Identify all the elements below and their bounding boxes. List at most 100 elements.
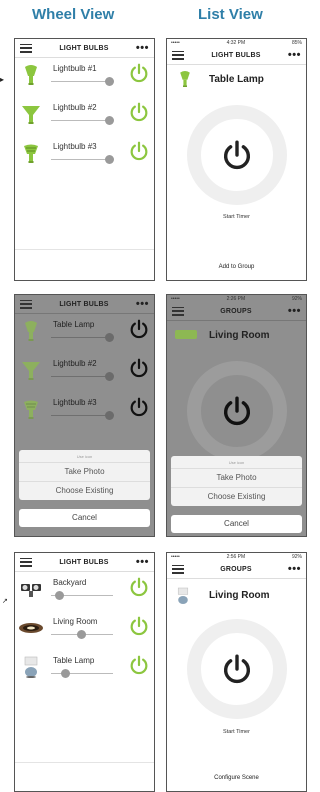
more-options-icon[interactable]: ••• <box>136 299 149 310</box>
lightbulb-icon <box>21 64 41 86</box>
nav-bar: LIGHT BULBS ••• <box>15 553 154 572</box>
table-lamp-icon <box>177 587 189 604</box>
take-photo-button[interactable]: Take Photo <box>19 462 150 481</box>
battery-level: 85% <box>291 40 302 46</box>
power-icon[interactable] <box>128 140 150 162</box>
divider <box>15 762 154 763</box>
bulb-label: Lightbulb #3 <box>53 398 97 407</box>
brightness-slider[interactable] <box>51 591 113 600</box>
sheet-title: Use icon <box>76 454 93 459</box>
brightness-slider[interactable] <box>51 116 114 125</box>
nav-title: LIGHT BULBS <box>59 44 109 52</box>
group-icon-sheet-screen: ••••• 2:26 PM 92% GROUPS ••• Living Room… <box>166 294 307 537</box>
power-icon[interactable] <box>128 318 150 340</box>
power-icon[interactable] <box>220 394 254 428</box>
menu-icon[interactable] <box>20 557 32 567</box>
brightness-slider[interactable] <box>51 77 114 86</box>
status-bar: ••••• 2:56 PM 92% <box>167 553 306 560</box>
menu-icon[interactable] <box>172 50 184 60</box>
power-icon[interactable] <box>128 396 150 418</box>
slider-knob[interactable] <box>105 372 114 381</box>
nav-title: LIGHT BULBS <box>211 51 261 59</box>
bulb-label: Lightbulb #1 <box>53 64 97 73</box>
power-icon[interactable] <box>220 138 254 172</box>
photo-action-sheet: Use icon Take Photo Choose Existing <box>19 450 150 500</box>
slider-knob[interactable] <box>77 630 86 639</box>
nav-title: LIGHT BULBS <box>59 300 109 308</box>
brightness-slider[interactable] <box>51 155 114 164</box>
menu-icon[interactable] <box>20 299 32 309</box>
choose-existing-button[interactable]: Choose Existing <box>171 487 302 506</box>
bulb-row[interactable]: Lightbulb #2 <box>15 97 154 136</box>
start-timer-link[interactable]: Start Timer <box>167 214 306 220</box>
bulb-row[interactable]: Backyard <box>15 572 154 611</box>
list-view-heading: List View <box>198 6 263 23</box>
nav-bar: GROUPS ••• <box>167 560 306 579</box>
bulb-label: Table Lamp <box>53 320 95 329</box>
light-bulbs-screen: LIGHT BULBS ••• Lightbulb #1 Lightbulb #… <box>14 38 155 281</box>
more-options-icon[interactable]: ••• <box>136 557 149 568</box>
power-icon[interactable] <box>128 101 150 123</box>
slider-knob[interactable] <box>105 411 114 420</box>
bulb-label: Backyard <box>53 578 87 587</box>
nav-bar: LIGHT BULBS ••• <box>167 46 306 65</box>
lightbulb-icon <box>177 69 193 89</box>
bulb-label: Lightbulb #3 <box>53 142 97 151</box>
cancel-button[interactable]: Cancel <box>171 515 302 533</box>
sheet-title: Use icon <box>228 460 245 465</box>
menu-icon[interactable] <box>172 564 184 574</box>
status-time: 4:32 PM <box>226 40 246 46</box>
power-icon[interactable] <box>128 615 150 637</box>
power-icon[interactable] <box>128 357 150 379</box>
cancel-button[interactable]: Cancel <box>19 509 150 527</box>
slider-knob[interactable] <box>55 591 64 600</box>
battery-level: 92% <box>291 554 302 560</box>
nav-bar: LIGHT BULBS ••• <box>15 295 154 314</box>
device-title: Table Lamp <box>209 74 264 85</box>
more-options-icon[interactable]: ••• <box>136 43 149 54</box>
brightness-slider[interactable] <box>51 669 113 678</box>
table-lamp-icon <box>24 656 38 678</box>
menu-icon[interactable] <box>172 306 184 316</box>
bulb-row[interactable]: Lightbulb #2 <box>15 353 154 392</box>
bulb-label: Living Room <box>53 617 98 626</box>
photo-action-sheet: Use icon Take Photo Choose Existing <box>171 456 302 506</box>
brightness-slider[interactable] <box>51 411 114 420</box>
divider <box>15 249 154 250</box>
slider-knob[interactable] <box>105 155 114 164</box>
more-options-icon[interactable]: ••• <box>288 306 301 317</box>
bulb-row[interactable]: Table Lamp <box>15 314 154 353</box>
slider-knob[interactable] <box>105 77 114 86</box>
light-bulbs-icon-sheet-screen: LIGHT BULBS ••• Table Lamp Lightbulb #2 … <box>14 294 155 537</box>
configure-scene-button[interactable]: Configure Scene <box>167 775 306 781</box>
signal-icon: ••••• <box>171 40 180 46</box>
slider-knob[interactable] <box>105 333 114 342</box>
brightness-slider[interactable] <box>51 372 114 381</box>
power-icon[interactable] <box>128 576 150 598</box>
slider-knob[interactable] <box>61 669 70 678</box>
choose-existing-button[interactable]: Choose Existing <box>19 481 150 500</box>
slider-knob[interactable] <box>105 116 114 125</box>
add-to-group-button[interactable]: Add to Group <box>167 264 306 270</box>
lightbulb-icon <box>21 320 41 342</box>
start-timer-link[interactable]: Start Timer <box>167 729 306 735</box>
bulb-row[interactable]: Table Lamp <box>15 650 154 689</box>
more-options-icon[interactable]: ••• <box>288 564 301 575</box>
bulb-row[interactable]: Lightbulb #1 <box>15 58 154 97</box>
signal-icon: ••••• <box>171 554 180 560</box>
bulb-row[interactable]: Lightbulb #3 <box>15 136 154 175</box>
more-options-icon[interactable]: ••• <box>288 50 301 61</box>
menu-icon[interactable] <box>20 43 32 53</box>
group-detail-screen: ••••• 2:56 PM 92% GROUPS ••• Living Room… <box>166 552 307 792</box>
nav-title: GROUPS <box>220 307 252 315</box>
nav-bar: LIGHT BULBS ••• <box>15 39 154 58</box>
power-icon[interactable] <box>128 654 150 676</box>
status-bar: ••••• 4:32 PM 85% <box>167 39 306 46</box>
power-icon[interactable] <box>220 652 254 686</box>
power-icon[interactable] <box>128 62 150 84</box>
bulb-row[interactable]: Living Room <box>15 611 154 650</box>
bulb-row[interactable]: Lightbulb #3 <box>15 392 154 431</box>
brightness-slider[interactable] <box>51 630 113 639</box>
take-photo-button[interactable]: Take Photo <box>171 468 302 487</box>
brightness-slider[interactable] <box>51 333 114 342</box>
